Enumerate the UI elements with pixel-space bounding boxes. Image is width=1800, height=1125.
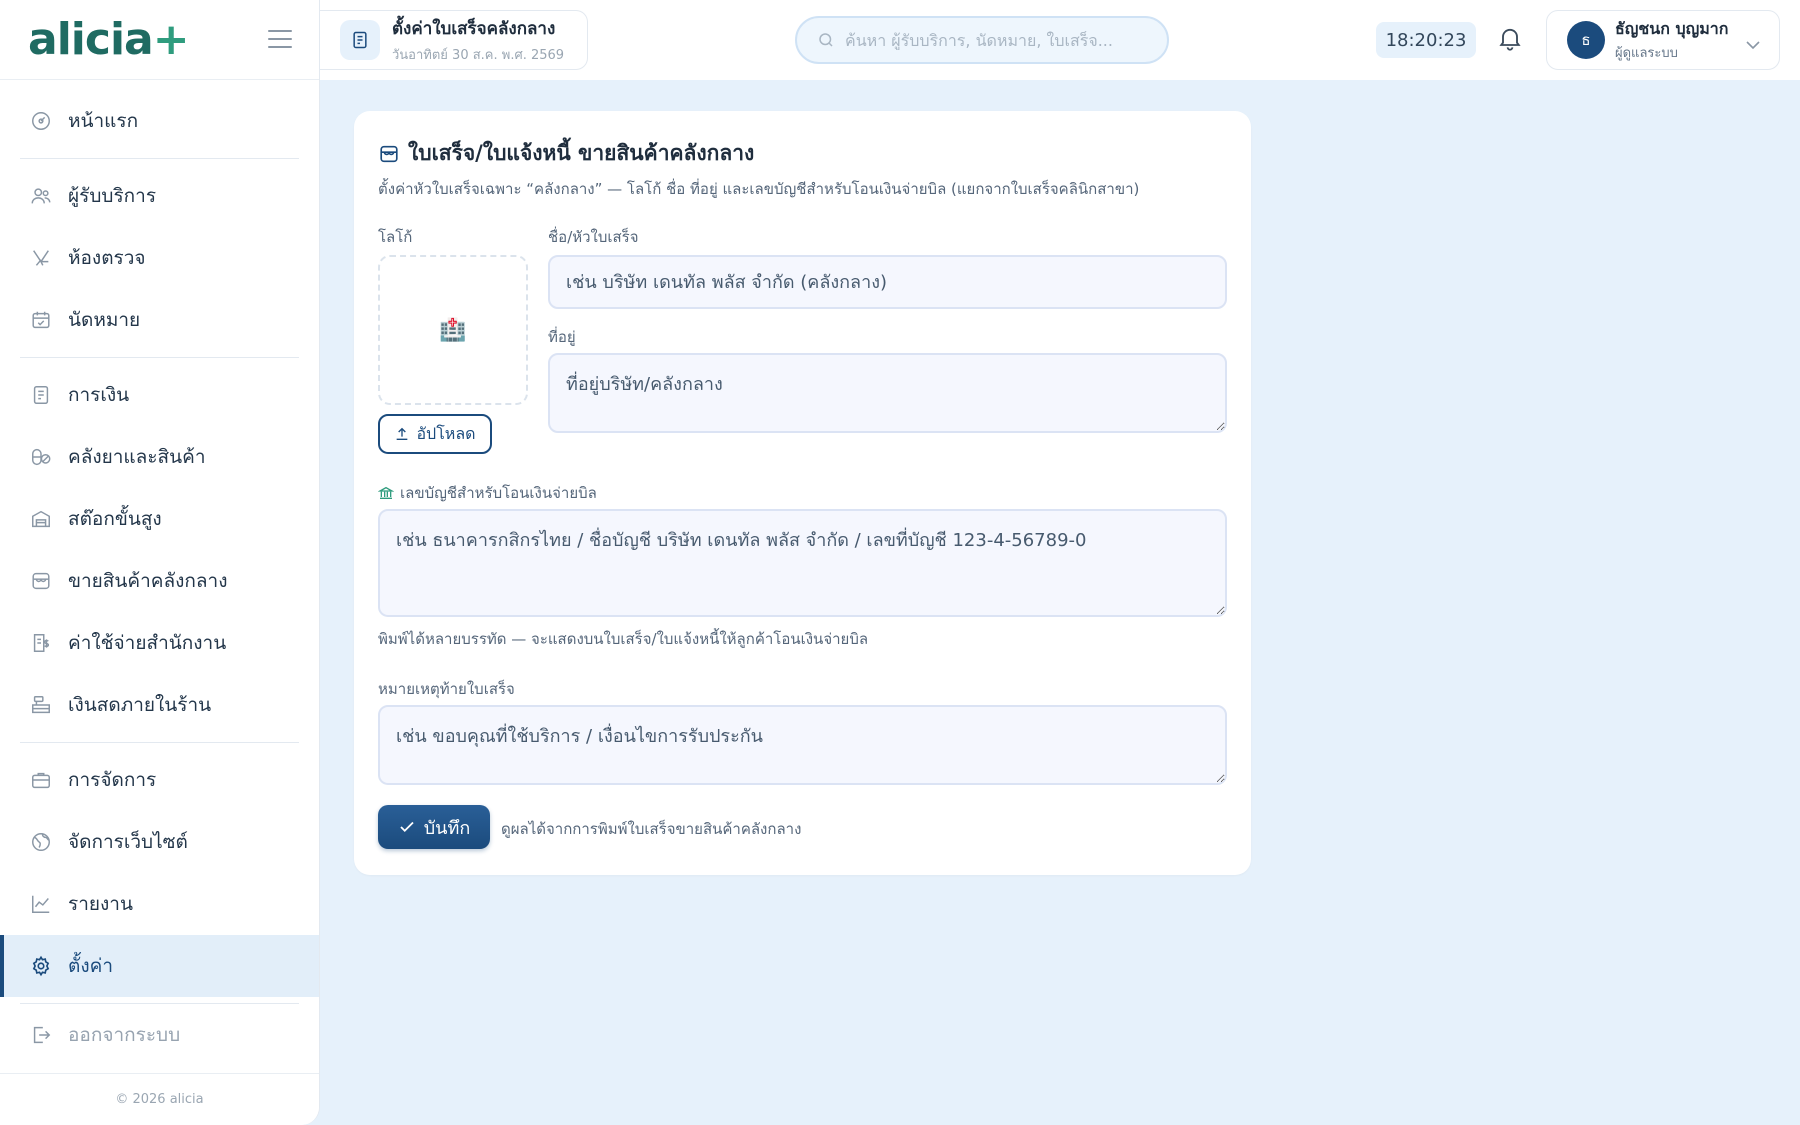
sidebar-item-management[interactable]: การจัดการ bbox=[0, 749, 319, 811]
footer-note-label: หมายเหตุท้ายใบเสร็จ bbox=[378, 680, 515, 698]
warehouse-icon bbox=[28, 506, 54, 532]
receipt-icon bbox=[28, 382, 54, 408]
store-icon bbox=[378, 143, 400, 165]
page-title: ตั้งค่าใบเสร็จคลังกลาง bbox=[392, 19, 556, 39]
address-textarea[interactable] bbox=[548, 353, 1227, 433]
sidebar-item-settings[interactable]: ตั้งค่า bbox=[0, 935, 319, 997]
sidebar-item-label: จัดการเว็บไซต์ bbox=[68, 831, 188, 853]
bank-icon bbox=[378, 485, 394, 501]
pills-icon bbox=[28, 444, 54, 470]
globe-icon bbox=[28, 829, 54, 855]
logo-label: โลโก้ bbox=[378, 228, 413, 246]
sidebar-item-label: ออกจากระบบ bbox=[68, 1024, 181, 1046]
sidebar: alicia+ หน้าแรก ผู้รับบริการ ห้องตรวจ นั… bbox=[0, 0, 320, 1125]
chevron-down-icon bbox=[1745, 35, 1761, 54]
sidebar-item-label: ตั้งค่า bbox=[68, 955, 113, 977]
search-bar[interactable] bbox=[795, 16, 1169, 64]
sidebar-item-logout[interactable]: ออกจากระบบ bbox=[0, 1010, 319, 1060]
store-icon bbox=[28, 568, 54, 594]
sidebar-item-label: สต๊อกขั้นสูง bbox=[68, 508, 162, 530]
upload-icon bbox=[394, 426, 410, 442]
sidebar-item-appointments[interactable]: นัดหมาย bbox=[0, 289, 319, 351]
page-date: วันอาทิตย์ 30 ส.ค. พ.ศ. 2569 bbox=[392, 48, 565, 63]
users-icon bbox=[28, 183, 54, 209]
check-icon bbox=[398, 818, 416, 836]
search-icon bbox=[817, 31, 835, 49]
menu-toggle-icon[interactable] bbox=[268, 30, 292, 48]
user-menu[interactable]: ธ ธัญชนก บุญมาก ผู้ดูแลระบบ bbox=[1546, 10, 1780, 70]
sidebar-item-reports[interactable]: รายงาน bbox=[0, 873, 319, 935]
sidebar-item-label: ผู้รับบริการ bbox=[68, 185, 157, 207]
sidebar-item-patients[interactable]: ผู้รับบริการ bbox=[0, 165, 319, 227]
sidebar-item-exam-room[interactable]: ห้องตรวจ bbox=[0, 227, 319, 289]
bell-icon[interactable] bbox=[1496, 24, 1526, 54]
brand-logo[interactable]: alicia+ bbox=[28, 14, 190, 65]
sidebar-nav: หน้าแรก ผู้รับบริการ ห้องตรวจ นัดหมาย กา… bbox=[0, 80, 319, 1060]
card-subtitle: ตั้งค่าหัวใบเสร็จเฉพาะ “คลังกลาง” — โลโก… bbox=[378, 180, 1140, 198]
briefcase-icon bbox=[28, 767, 54, 793]
sidebar-item-website[interactable]: จัดการเว็บไซต์ bbox=[0, 811, 319, 873]
user-name: ธัญชนก บุญมาก bbox=[1615, 19, 1729, 38]
bank-account-textarea[interactable] bbox=[378, 509, 1227, 617]
logout-icon bbox=[28, 1022, 54, 1048]
sidebar-item-label: นัดหมาย bbox=[68, 309, 141, 331]
gear-icon bbox=[28, 953, 54, 979]
dental-chair-icon bbox=[28, 245, 54, 271]
footer-note-textarea[interactable] bbox=[378, 705, 1227, 785]
topbar: ตั้งค่าใบเสร็จคลังกลาง วันอาทิตย์ 30 ส.ค… bbox=[320, 0, 1800, 80]
bank-account-label-text: เลขบัญชีสำหรับโอนเงินจ่ายบิล bbox=[400, 484, 597, 502]
sidebar-item-label: รายงาน bbox=[68, 893, 133, 915]
sidebar-item-advanced-stock[interactable]: สต๊อกขั้นสูง bbox=[0, 488, 319, 550]
address-label: ที่อยู่ bbox=[548, 328, 576, 346]
hospital-icon: 🏥 bbox=[439, 317, 467, 343]
brand-header: alicia+ bbox=[0, 0, 319, 80]
calendar-check-icon bbox=[28, 307, 54, 333]
card-title: ใบเสร็จ/ใบแจ้งหนี้ ขายสินค้าคลังกลาง bbox=[378, 137, 754, 170]
receipt-name-input[interactable] bbox=[548, 255, 1227, 309]
logo-preview[interactable]: 🏥 bbox=[378, 255, 528, 405]
sidebar-item-label: การจัดการ bbox=[68, 769, 157, 791]
sidebar-item-inventory[interactable]: คลังยาและสินค้า bbox=[0, 426, 319, 488]
sidebar-item-office-expenses[interactable]: ค่าใช้จ่ายสำนักงาน bbox=[0, 612, 319, 674]
search-input[interactable] bbox=[845, 30, 1125, 50]
bank-account-label: เลขบัญชีสำหรับโอนเงินจ่ายบิล bbox=[378, 481, 597, 505]
receipt-icon bbox=[340, 20, 380, 60]
chart-line-icon bbox=[28, 891, 54, 917]
sidebar-item-label: การเงิน bbox=[68, 384, 130, 406]
user-role: ผู้ดูแลระบบ bbox=[1615, 46, 1678, 61]
receipt-settings-card: ใบเสร็จ/ใบแจ้งหนี้ ขายสินค้าคลังกลาง ตั้… bbox=[354, 111, 1251, 875]
upload-button-label: อัปโหลด bbox=[416, 423, 476, 443]
name-label: ชื่อ/หัวใบเสร็จ bbox=[548, 228, 639, 246]
sidebar-item-label: คลังยาและสินค้า bbox=[68, 446, 206, 468]
expense-icon bbox=[28, 630, 54, 656]
cash-register-icon bbox=[28, 692, 54, 718]
upload-button[interactable]: อัปโหลด bbox=[378, 414, 492, 454]
sidebar-item-label: หน้าแรก bbox=[68, 110, 139, 132]
save-button[interactable]: บันทึก bbox=[378, 805, 490, 849]
save-note: ดูผลได้จากการพิมพ์ใบเสร็จขายสินค้าคลังกล… bbox=[501, 820, 802, 838]
sidebar-item-label: เงินสดภายในร้าน bbox=[68, 694, 212, 716]
save-button-label: บันทึก bbox=[423, 817, 471, 839]
sidebar-item-home[interactable]: หน้าแรก bbox=[0, 90, 319, 152]
bank-account-hint: พิมพ์ได้หลายบรรทัด — จะแสดงบนใบเสร็จ/ใบแ… bbox=[378, 630, 869, 648]
sidebar-item-shop-cash[interactable]: เงินสดภายในร้าน bbox=[0, 674, 319, 736]
sidebar-item-finance[interactable]: การเงิน bbox=[0, 364, 319, 426]
page-title-chip: ตั้งค่าใบเสร็จคลังกลาง วันอาทิตย์ 30 ส.ค… bbox=[320, 10, 588, 70]
dashboard-icon bbox=[28, 108, 54, 134]
sidebar-item-central-sales[interactable]: ขายสินค้าคลังกลาง bbox=[0, 550, 319, 612]
sidebar-item-label: ห้องตรวจ bbox=[68, 247, 146, 269]
avatar: ธ bbox=[1567, 21, 1605, 59]
sidebar-item-label: ขายสินค้าคลังกลาง bbox=[68, 570, 228, 592]
clock: 18:20:23 bbox=[1376, 22, 1476, 58]
sidebar-item-label: ค่าใช้จ่ายสำนักงาน bbox=[68, 632, 227, 654]
sidebar-footer: © 2026 alicia bbox=[0, 1073, 319, 1125]
card-title-text: ใบเสร็จ/ใบแจ้งหนี้ ขายสินค้าคลังกลาง bbox=[408, 141, 755, 165]
